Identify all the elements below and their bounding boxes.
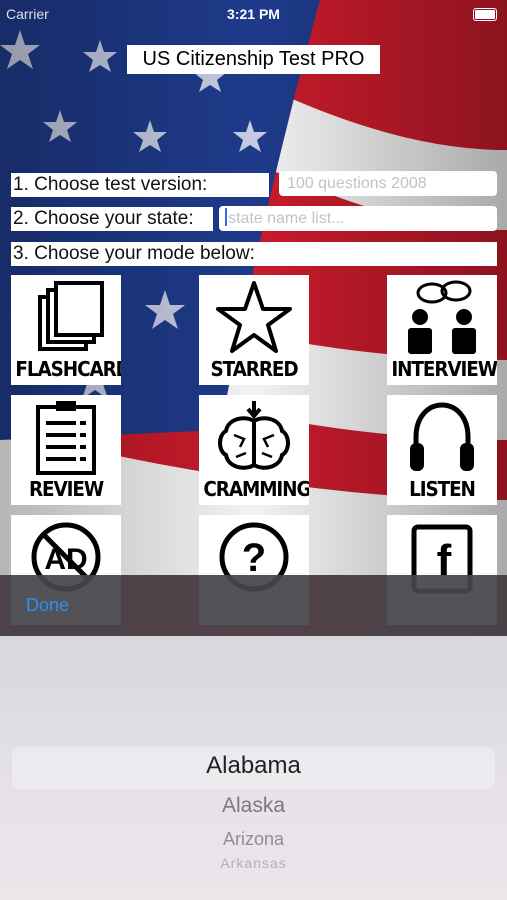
state-placeholder: state name list... (228, 210, 345, 227)
cramming-label: CRAMMING (203, 477, 309, 501)
interview-button[interactable]: INTERVIEW (387, 275, 497, 385)
status-bar: Carrier 3:21 PM (0, 0, 507, 30)
interview-label: INTERVIEW (391, 357, 497, 381)
cramming-button[interactable]: CRAMMING (199, 395, 309, 505)
version-field[interactable]: 100 questions 2008 (279, 171, 497, 196)
state-picker[interactable]: Alabama Alaska Arizona Arkansas (0, 636, 507, 900)
flashcards-button[interactable]: FLASHCARDS (11, 275, 121, 385)
cards-icon (38, 281, 104, 351)
clipboard-list-icon (36, 401, 96, 475)
picker-option-alabama[interactable]: Alabama (0, 752, 507, 780)
starred-button[interactable]: STARRED (199, 275, 309, 385)
flashcards-label: FLASHCARDS (15, 357, 121, 381)
version-placeholder: 100 questions 2008 (287, 175, 427, 192)
svg-text:?: ? (242, 536, 266, 580)
battery-icon (473, 8, 497, 21)
status-time: 3:21 PM (227, 6, 280, 22)
state-field[interactable]: state name list... (219, 206, 497, 231)
version-label: 1. Choose test version: (11, 173, 269, 197)
picker-option-alaska[interactable]: Alaska (0, 794, 507, 818)
people-chat-icon (408, 280, 476, 354)
listen-button[interactable]: LISTEN (387, 395, 497, 505)
review-button[interactable]: REVIEW (11, 395, 121, 505)
done-button[interactable]: Done (26, 595, 69, 616)
app-title: US Citizenship Test PRO (127, 45, 380, 74)
picker-option-arizona[interactable]: Arizona (0, 829, 507, 850)
listen-label: LISTEN (409, 477, 476, 501)
review-label: REVIEW (28, 477, 104, 501)
state-label: 2. Choose your state: (11, 207, 213, 231)
star-icon (216, 281, 292, 353)
headphones-icon (410, 402, 474, 471)
starred-label: STARRED (210, 357, 298, 381)
mode-label: 3. Choose your mode below: (11, 242, 497, 266)
text-cursor (225, 208, 227, 226)
picker-toolbar: Done (0, 575, 507, 636)
brain-icon (218, 401, 290, 470)
picker-option-arkansas[interactable]: Arkansas (0, 855, 507, 871)
